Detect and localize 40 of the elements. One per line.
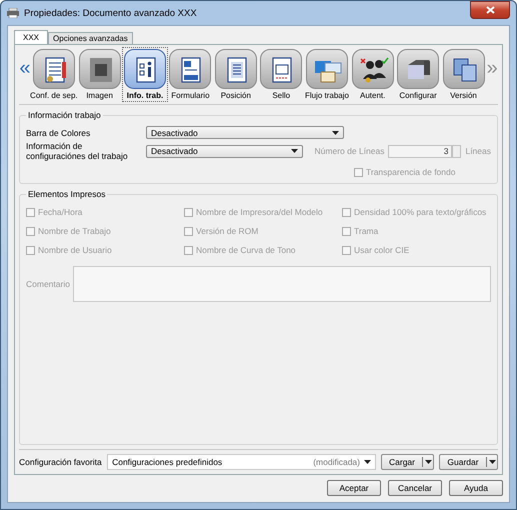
caret-icon (364, 460, 371, 464)
field-label: Configuración favorita (19, 457, 102, 467)
caret-icon (332, 130, 339, 134)
caret-icon (488, 460, 496, 464)
field-label: Barra de Colores (26, 128, 92, 138)
dropdown[interactable]: Desactivado (146, 144, 304, 158)
checkbox-label: Usar color CIE (354, 245, 410, 255)
comment-field[interactable] (72, 266, 491, 302)
dropdown[interactable]: Desactivado (146, 126, 344, 139)
caret-icon (291, 149, 298, 153)
dialog-button[interactable]: Aceptar (327, 480, 381, 496)
save-button[interactable]: Guardar (439, 454, 498, 470)
dialog-button[interactable]: Cancelar (388, 480, 442, 496)
window-title: Propiedades: Documento avanzado XXX (24, 8, 198, 18)
tab[interactable]: Opciones avanzadas (48, 32, 133, 44)
favorite-dropdown[interactable]: Configuraciones predefinidos (modificada) (107, 454, 376, 470)
close-icon (486, 6, 494, 14)
field-label: Información de configuraciónes del trabajo (26, 141, 129, 161)
checkbox-label: Nombre de Trabajo (38, 226, 111, 236)
checkbox-label: Trama (354, 226, 378, 236)
tab[interactable]: XXX (14, 30, 48, 44)
field-label: Comentario (26, 279, 70, 289)
checkbox-label: Transparencia de fondo (366, 167, 456, 177)
unit-label: Líneas (465, 146, 491, 156)
checkbox-label: Nombre de Usuario (38, 245, 112, 255)
scroll-left-button[interactable]: « (19, 58, 31, 78)
checkbox-label: Densidad 100% para texto/gráficos (354, 207, 486, 217)
dialog-button[interactable]: Ayuda (449, 480, 503, 496)
checkbox-label: Nombre de Curva de Tono (196, 245, 296, 255)
checkbox-label: Fecha/Hora (38, 207, 82, 217)
spin-button[interactable] (452, 144, 462, 158)
caret-icon (424, 460, 432, 464)
checkbox-label: Nombre de Impresora/del Modelo (196, 207, 323, 217)
checkbox-label: Versión de ROM (196, 226, 258, 236)
load-button[interactable]: Cargar (381, 454, 434, 470)
toolbar-button[interactable]: Info. trab. (122, 46, 168, 102)
close-button[interactable] (470, 1, 510, 19)
field-label: Número de Líneas (314, 146, 384, 156)
group-title: Elementos Impresos (26, 189, 108, 199)
group-title: Información trabajo (26, 110, 103, 120)
